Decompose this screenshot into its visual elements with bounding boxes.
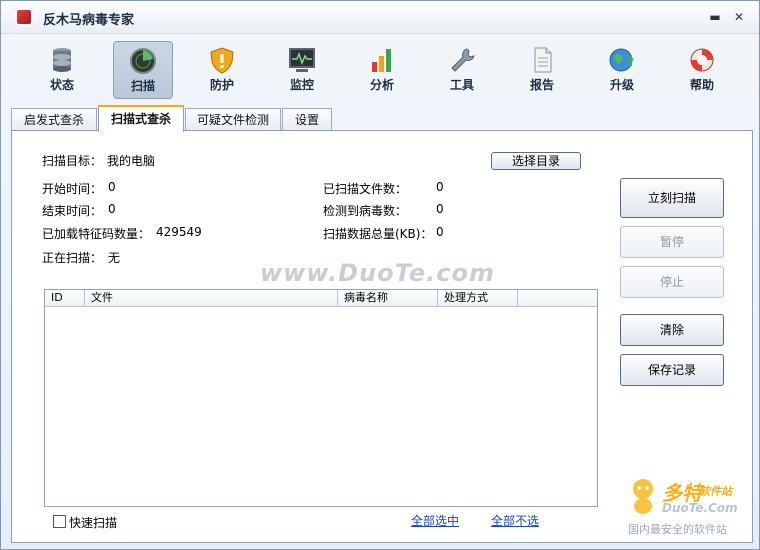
brand-subtitle: 软件站 <box>699 485 732 498</box>
window-title: 反木马病毒专家 <box>43 13 135 28</box>
tab-scan-kill[interactable]: 扫描式查杀 <box>98 105 184 132</box>
mascot-icon <box>633 479 653 514</box>
wrench-icon <box>451 48 475 72</box>
viruses-found-label: 检测到病毒数： <box>323 204 408 218</box>
database-icon <box>53 48 71 72</box>
data-total-value: 0 <box>436 225 444 239</box>
data-total-label: 扫描数据总量(KB)： <box>323 227 433 241</box>
scanning-value: 无 <box>108 251 121 265</box>
column-header-virus-name[interactable]: 病毒名称 <box>338 290 438 306</box>
toolbar-item-scan[interactable]: 扫描 <box>113 41 173 99</box>
bar-chart-icon <box>372 49 391 72</box>
toolbar-label: 扫描 <box>130 79 155 93</box>
tab-settings[interactable]: 设置 <box>282 108 332 131</box>
start-time-value: 0 <box>108 180 116 194</box>
lifebuoy-icon <box>690 48 714 72</box>
toolbar-item-upgrade[interactable]: 升级 <box>593 41 651 97</box>
column-header-id[interactable]: ID <box>45 290 85 306</box>
report-icon <box>534 47 552 73</box>
toolbar-label: 分析 <box>369 78 394 92</box>
column-header-action[interactable]: 处理方式 <box>438 290 518 306</box>
toolbar-item-report[interactable]: 报告 <box>513 41 571 97</box>
radar-icon <box>130 48 156 74</box>
viruses-found-value: 0 <box>436 202 444 216</box>
watermark-text: www.DuoTe.com <box>260 259 495 287</box>
app-logo-icon <box>15 8 33 26</box>
app-window: 反木马病毒专家 ▬ ✕ 状态 扫描 防护 监控 分析 工具 报告 升级 帮助 启… <box>0 0 760 550</box>
scanned-files-label: 已扫描文件数： <box>323 182 408 196</box>
toolbar-label: 监控 <box>289 78 314 92</box>
choose-directory-button[interactable]: 选择目录 <box>491 152 581 170</box>
tab-suspicious-file[interactable]: 可疑文件检测 <box>185 108 281 131</box>
scan-now-button[interactable]: 立刻扫描 <box>620 178 724 218</box>
toolbar-label: 状态 <box>49 78 74 92</box>
toolbar-item-monitor[interactable]: 监控 <box>273 41 331 97</box>
toolbar-item-help[interactable]: 帮助 <box>673 41 731 97</box>
close-button[interactable]: ✕ <box>731 9 747 25</box>
toolbar-label: 报告 <box>529 78 554 92</box>
scan-target-label: 扫描目标： <box>42 154 103 168</box>
results-table[interactable]: ID 文件 病毒名称 处理方式 <box>44 289 598 507</box>
brand-url: DuoTe.Com <box>662 501 738 515</box>
title-bar[interactable]: 反木马病毒专家 ▬ ✕ <box>1 1 759 34</box>
scanned-files-value: 0 <box>436 180 444 194</box>
stop-button[interactable]: 停止 <box>620 266 724 298</box>
start-time-label: 开始时间： <box>42 182 103 196</box>
main-toolbar: 状态 扫描 防护 监控 分析 工具 报告 升级 帮助 <box>1 34 759 102</box>
toolbar-item-tools[interactable]: 工具 <box>433 41 491 97</box>
scan-target-value: 我的电脑 <box>107 154 156 168</box>
minimize-button[interactable]: ▬ <box>707 9 723 25</box>
toolbar-item-analysis[interactable]: 分析 <box>353 41 411 97</box>
toolbar-label: 升级 <box>609 78 634 92</box>
loaded-signatures-label: 已加载特征码数量： <box>42 227 151 241</box>
table-header: ID 文件 病毒名称 处理方式 <box>45 290 597 307</box>
scanning-label: 正在扫描： <box>42 251 103 265</box>
upgrade-icon <box>609 48 634 72</box>
loaded-signatures-value: 429549 <box>156 225 202 239</box>
toolbar-item-protect[interactable]: 防护 <box>193 41 251 97</box>
end-time-label: 结束时间： <box>42 204 103 218</box>
monitor-icon <box>289 48 315 72</box>
select-all-link[interactable]: 全部选中 <box>411 512 459 529</box>
toolbar-item-status[interactable]: 状态 <box>33 41 91 97</box>
quick-scan-label[interactable]: 快速扫描 <box>69 514 117 531</box>
clear-button[interactable]: 清除 <box>620 314 724 346</box>
brand-slogan: 国内最安全的软件站 <box>628 523 727 536</box>
quick-scan-checkbox[interactable] <box>53 515 66 528</box>
save-log-button[interactable]: 保存记录 <box>620 354 724 386</box>
select-none-link[interactable]: 全部不选 <box>491 512 539 529</box>
toolbar-label: 防护 <box>209 78 234 92</box>
column-header-file[interactable]: 文件 <box>85 290 338 306</box>
shield-icon <box>210 47 234 74</box>
tab-heuristic[interactable]: 启发式查杀 <box>11 108 97 131</box>
brand-watermark: 多特 软件站 DuoTe.Com 国内最安全的软件站 <box>626 475 756 537</box>
toolbar-label: 工具 <box>449 78 474 92</box>
end-time-value: 0 <box>108 202 116 216</box>
toolbar-label: 帮助 <box>689 78 714 92</box>
pause-button[interactable]: 暂停 <box>620 226 724 258</box>
